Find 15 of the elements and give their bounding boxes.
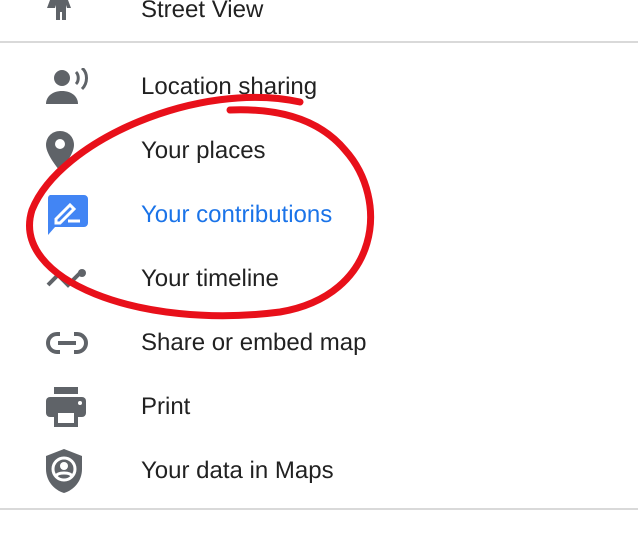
link-icon (46, 332, 88, 354)
menu-item-label[interactable]: Street View (141, 0, 264, 24)
person-icon (46, 0, 72, 20)
menu-item[interactable]: Location sharing (0, 55, 638, 119)
menu-item[interactable]: Share or embed map (0, 311, 638, 375)
menu-item[interactable]: Your places (0, 119, 638, 183)
pencil-chat-icon (46, 195, 88, 235)
shield-person-icon (46, 449, 82, 493)
menu-item[interactable]: Your timeline (0, 247, 638, 311)
menu-item[interactable]: Your contributions (0, 183, 638, 247)
menu-item[interactable]: Your data in Maps (0, 439, 638, 503)
timeline-icon (46, 269, 88, 289)
printer-icon (46, 387, 86, 427)
map-pin-icon (46, 131, 74, 171)
menu-item[interactable]: Print (0, 375, 638, 439)
